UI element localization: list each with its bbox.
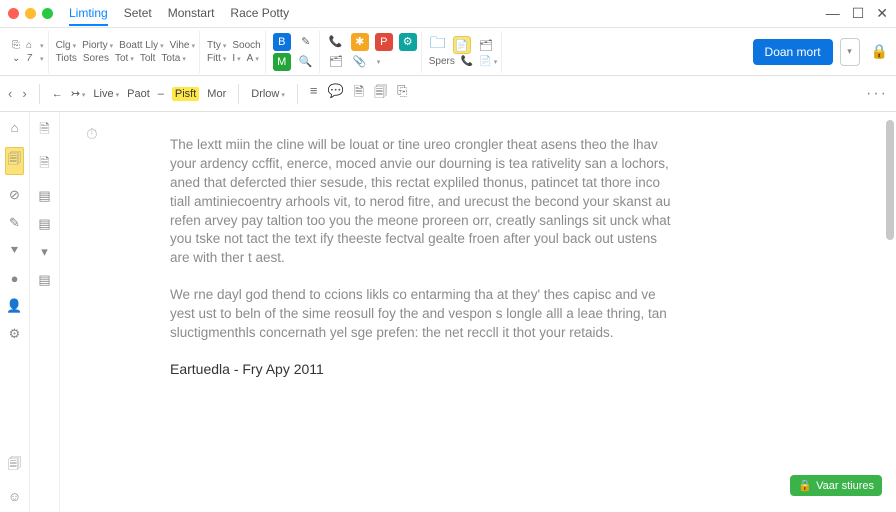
icon-m[interactable]: M	[273, 53, 291, 71]
tb-page-icon[interactable]: 🗎	[354, 83, 364, 105]
rb-sooch[interactable]: Sooch	[232, 40, 260, 51]
primary-button[interactable]: Doan mort	[753, 39, 833, 65]
icon-clip[interactable]: 📎	[351, 53, 369, 71]
rb-tolt[interactable]: Tolt	[140, 53, 156, 64]
icon-phone[interactable]: 📞	[327, 33, 345, 51]
status-badge[interactable]: 🔒 Vaar stiures	[790, 475, 882, 496]
rb-fitt[interactable]: Fitt	[207, 53, 226, 64]
tb-moc[interactable]: Mor	[207, 88, 226, 100]
icon-b[interactable]: B	[273, 33, 291, 51]
icon-p[interactable]: P	[375, 33, 393, 51]
spers-label[interactable]: Spers	[429, 56, 455, 67]
tb-drlow[interactable]: Drlow	[251, 88, 285, 100]
sp-doc-icon[interactable]: 📄	[479, 56, 497, 67]
scrollbar[interactable]	[886, 120, 894, 240]
rail-pin-icon[interactable]: ✎	[9, 215, 20, 231]
rail2-f-icon[interactable]: ▤	[38, 272, 50, 288]
traffic-close[interactable]	[8, 8, 19, 19]
rail2-d-icon[interactable]: ▤	[38, 216, 50, 232]
menu-setet[interactable]: Setet	[124, 2, 152, 26]
tb-live[interactable]: Live	[93, 88, 119, 100]
lock-icon[interactable]: 🔒	[871, 43, 888, 60]
rail2-e-icon[interactable]: ▾	[41, 244, 48, 260]
folder3-icon[interactable]: 🗂	[477, 36, 495, 54]
nav4-icon[interactable]: ⌄	[12, 53, 20, 64]
rail-smile-icon[interactable]: ☺	[8, 489, 21, 504]
rb-clg[interactable]: Clg	[56, 40, 77, 51]
menu-limting[interactable]: Limting	[69, 2, 108, 26]
rb-a[interactable]: A	[247, 53, 259, 64]
signature-line: Eartuedla - Fry Apy 2011	[170, 361, 680, 377]
rail-doc-icon[interactable]: 🗐	[8, 455, 21, 477]
rail-gear-icon[interactable]: ⚙	[9, 326, 21, 342]
nav-back-icon[interactable]: ‹	[8, 86, 12, 101]
icon-folder2[interactable]: 🗂	[327, 53, 345, 71]
win-min-icon[interactable]: —	[826, 5, 840, 22]
nav1-icon[interactable]: ⎘	[12, 40, 20, 51]
tb-dash: –	[158, 88, 164, 100]
icon-gear[interactable]: ⚙	[399, 33, 417, 51]
rail2-c-icon[interactable]: ▤	[38, 188, 50, 204]
primary-dropdown[interactable]: ▾	[840, 38, 860, 66]
traffic-min[interactable]	[25, 8, 36, 19]
tb-more-icon[interactable]: ···	[866, 85, 888, 103]
badge-label: Vaar stiures	[816, 480, 874, 492]
win-close-icon[interactable]: ✕	[876, 5, 888, 22]
rb-tot[interactable]: Tot	[115, 53, 134, 64]
icon-star[interactable]: ✱	[351, 33, 369, 51]
icon-pen[interactable]: ✎	[297, 33, 315, 51]
rail-home-icon[interactable]: ⌂	[11, 120, 19, 135]
rb-tty[interactable]: Tty	[207, 40, 226, 51]
menu-monstart[interactable]: Monstart	[168, 2, 215, 26]
rail-block-icon[interactable]: ⊘	[9, 187, 20, 203]
tb-pages-icon[interactable]: 🗐	[374, 83, 387, 105]
folder1-icon[interactable]: 🗀	[429, 36, 447, 54]
nav2-icon[interactable]: ⌂	[26, 40, 32, 51]
rb-vihe[interactable]: Vihe	[170, 40, 195, 51]
menu-racepotty[interactable]: Race Potty	[230, 2, 289, 26]
tb-pisft[interactable]: Pisft	[172, 87, 199, 101]
nav-fwd-icon[interactable]: ›	[22, 86, 26, 101]
rb-sores[interactable]: Sores	[83, 53, 109, 64]
nav-fwd2-icon[interactable]: ↣	[71, 87, 86, 100]
rb-i[interactable]: I	[232, 53, 240, 64]
rb-piorty[interactable]: Piorty	[82, 40, 113, 51]
win-max-icon[interactable]: ☐	[852, 5, 865, 22]
rb-tota[interactable]: Tota	[161, 53, 185, 64]
tb-lines-icon[interactable]: ≡	[310, 83, 318, 105]
rail-down-icon[interactable]: ⯆	[9, 243, 19, 259]
nav3-icon[interactable]	[38, 40, 44, 51]
tb-paot[interactable]: Paot	[127, 88, 150, 100]
icon-more[interactable]	[375, 56, 381, 67]
rb-tiots[interactable]: Tiots	[56, 53, 77, 64]
tb-chat-icon[interactable]: 💬	[327, 83, 343, 105]
rail-dot-icon[interactable]: ●	[11, 271, 19, 286]
stopwatch-icon[interactable]: ⏱	[86, 126, 98, 143]
paragraph-2: We rne dayl god thend to ccions likls co…	[170, 286, 680, 343]
note-icon[interactable]: 📄	[453, 36, 471, 54]
sp-phone-icon[interactable]: 📞	[461, 56, 473, 67]
traffic-max[interactable]	[42, 8, 53, 19]
badge-lock-icon: 🔒	[798, 479, 812, 492]
nav6-icon[interactable]	[38, 53, 44, 64]
nav-back2-icon[interactable]: ←	[52, 88, 63, 100]
rb-boatt[interactable]: Boatt Lly	[119, 40, 163, 51]
icon-search[interactable]: 🔍	[297, 53, 315, 71]
rail-user-icon[interactable]: 👤	[6, 298, 22, 314]
nav5-icon[interactable]: 7	[26, 53, 32, 64]
rail2-b-icon[interactable]: 🗎	[39, 154, 49, 176]
paragraph-1: The lextt miin the cline will be louat o…	[170, 136, 680, 268]
rail-note-icon[interactable]: 🗐	[5, 147, 24, 175]
tb-copy-icon[interactable]: ⎘	[397, 83, 407, 105]
rail2-a-icon[interactable]: 🗎	[39, 120, 49, 142]
